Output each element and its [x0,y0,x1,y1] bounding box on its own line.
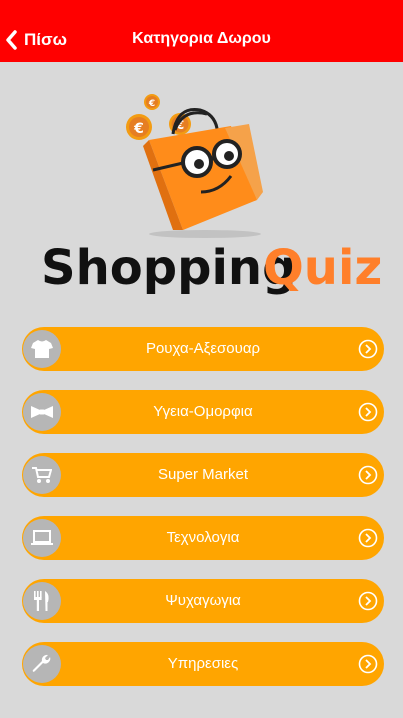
logo-word-shopping: Shopping [41,240,296,296]
category-button-super-market[interactable]: Super Market [22,453,384,497]
euro-coin-icon: € [144,94,160,110]
chevron-circle-right-icon [358,465,378,485]
category-button-clothing[interactable]: Ρουχα-Αξεσουαρ [22,327,384,371]
category-menu: Ρουχα-Αξεσουαρ Υγεια-Ομορφια Super Marke… [22,327,384,705]
svg-text:€: € [133,121,144,137]
category-button-health-beauty[interactable]: Υγεια-Ομορφια [22,390,384,434]
top-bar: Πίσω Κατηγορια Δωρου [0,0,403,62]
category-label: Τεχνολογια [166,529,240,546]
chevron-circle-right-icon [358,339,378,359]
chevron-circle-right-icon [358,591,378,611]
category-button-services[interactable]: Υπηρεσιες [22,642,384,686]
page-title: Κατηγορια Δωρου [132,30,271,47]
logo-word-quiz: Quiz [263,240,382,296]
category-label: Ρουχα-Αξεσουαρ [145,340,261,357]
euro-coin-icon: € [126,114,152,140]
category-label: Super Market [157,466,249,483]
chevron-circle-right-icon [358,528,378,548]
shopping-bag-mascot-icon [143,108,263,230]
svg-text:€: € [148,99,155,109]
chevron-circle-right-icon [358,402,378,422]
shoppingquiz-logo: € € € Shopping Quiz [35,88,385,298]
category-button-entertainment[interactable]: Ψυχαγωγια [22,579,384,623]
category-label: Υπηρεσιες [167,655,239,672]
chevron-circle-right-icon [358,654,378,674]
category-label: Υγεια-Ομορφια [153,403,253,420]
category-button-technology[interactable]: Τεχνολογια [22,516,384,560]
category-label: Ψυχαγωγια [165,592,241,609]
